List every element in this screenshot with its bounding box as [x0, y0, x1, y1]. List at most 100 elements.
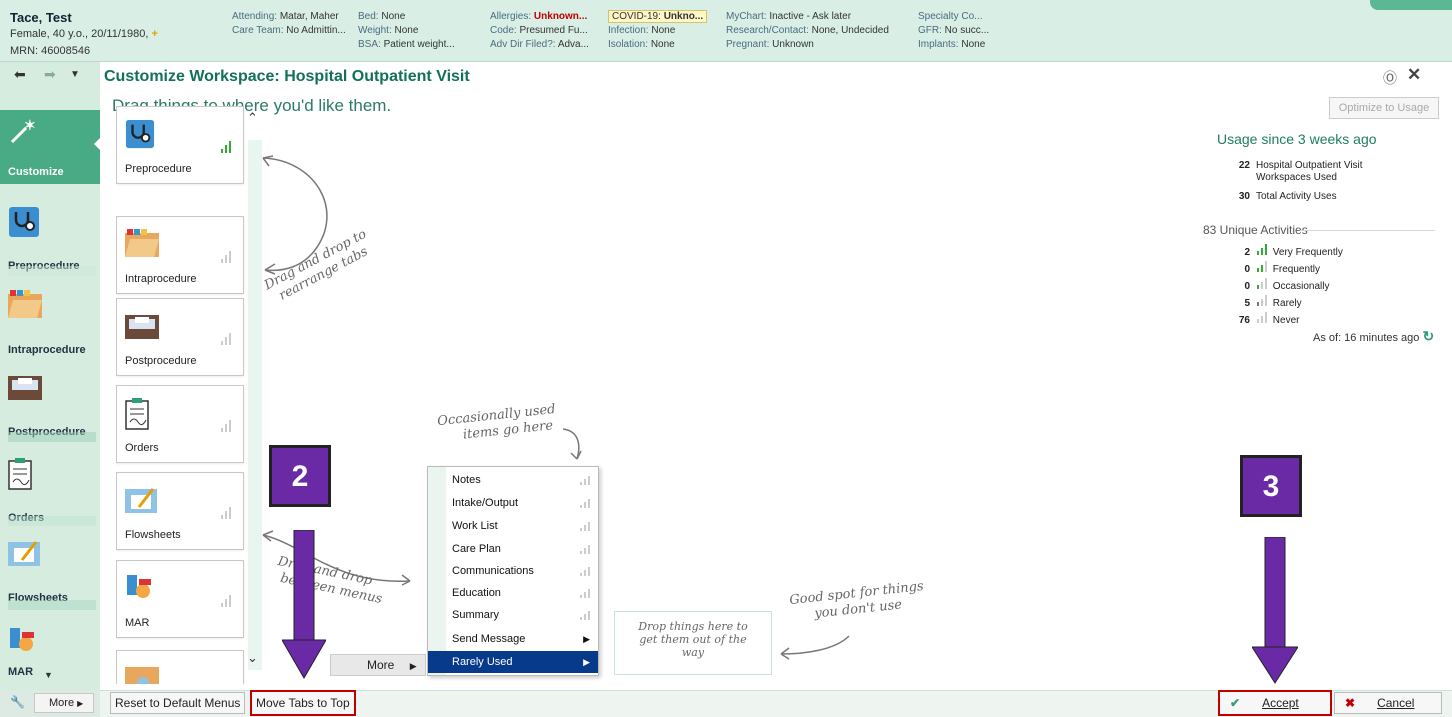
chevron-down-icon[interactable]: ⌄ [247, 650, 258, 666]
usage-bars-icon [1257, 312, 1267, 323]
code-value: Presumed Fu... [519, 25, 588, 36]
accept-button[interactable]: ✔ Accept [1218, 690, 1332, 716]
history-nav: ⬅ ➡ ▼ [0, 62, 100, 88]
folder-icon [8, 290, 42, 318]
menu-item-notes[interactable]: Notes [428, 469, 598, 491]
annotation-badge-2: 2 [269, 445, 331, 507]
cancel-button[interactable]: ✖ Cancel [1334, 692, 1442, 714]
optimize-to-usage-button[interactable]: Optimize to Usage [1329, 97, 1439, 119]
cancel-label: Cancel [1377, 696, 1415, 710]
usage-bars-icon [221, 251, 231, 263]
header-col-bed[interactable]: Bed: None Weight: None BSA: Patient weig… [358, 10, 455, 52]
add-icon[interactable]: + [151, 28, 157, 40]
sidebar-divider [8, 600, 96, 610]
annotation-arrow-down-icon [1252, 537, 1298, 684]
workspaces-count: 22 [1238, 160, 1250, 171]
flowsheet-icon [125, 488, 157, 513]
isolation-key: Isolation: [608, 39, 649, 50]
menu-item-education[interactable]: Education [428, 582, 598, 604]
menu-item-work-list[interactable]: Work List [428, 515, 598, 537]
refresh-icon[interactable]: ↻ [1422, 328, 1434, 344]
tab-card-label: Postprocedure [125, 355, 197, 367]
chevron-up-icon[interactable]: ⌃ [247, 110, 258, 126]
header-col-allergies[interactable]: Allergies: Unknown... Code: Presumed Fu.… [490, 10, 589, 52]
move-tabs-to-top-button[interactable]: Move Tabs to Top [250, 690, 356, 716]
activity-label: Total Activity Uses [1256, 191, 1337, 202]
attending-value: Matar, Maher [279, 11, 339, 22]
header-col-covid[interactable]: COVID-19: Unkno... Infection: None Isola… [608, 10, 708, 52]
menu-item-intake-output[interactable]: Intake/Output [428, 492, 598, 514]
reset-default-menus-button[interactable]: Reset to Default Menus [110, 692, 246, 714]
checkmark-icon: ✔ [1230, 696, 1241, 710]
sidebar-scroll-down-icon[interactable]: ▼ [44, 670, 53, 680]
sidebar-item-intraprocedure[interactable]: Intraprocedure [0, 284, 100, 362]
menu-item-label: Care Plan [452, 543, 501, 555]
activity-menu: Notes Intake/Output Work List Care Plan … [427, 466, 599, 676]
more-menu-button[interactable]: More ▶ [330, 654, 426, 676]
more-menu-label: More [367, 658, 395, 672]
sidebar-item-label: Intraprocedure [8, 344, 86, 356]
as-of-text: As of: 16 minutes ago [1313, 332, 1420, 344]
tab-card-mar[interactable]: MAR [116, 560, 244, 638]
header-col-care[interactable]: Attending: Matar, Maher Care Team: No Ad… [232, 10, 346, 38]
sidebar-item-customize[interactable]: ✶ Customize [0, 110, 101, 184]
good-spot-arrow-icon [780, 635, 850, 660]
menu-item-label: Send Message [452, 633, 526, 645]
clipboard-icon [125, 398, 149, 430]
specialty-key: Specialty Co... [918, 11, 983, 22]
hint-good-spot: Good spot for things you don't use [789, 579, 926, 625]
usage-bars-icon [1257, 244, 1267, 255]
usage-bars-icon [221, 420, 231, 432]
patient-name[interactable]: Tace, Test [10, 10, 72, 25]
tab-card-orders[interactable]: Orders [116, 385, 244, 463]
usage-bars-icon [580, 545, 590, 554]
tab-card-flowsheets[interactable]: Flowsheets [116, 472, 244, 550]
usage-workspaces: 22 Hospital Outpatient Visit [1226, 160, 1363, 171]
menu-item-communications[interactable]: Communications [428, 560, 598, 582]
sidebar-item-flowsheets[interactable]: Flowsheets [0, 532, 100, 610]
usage-workspaces-line2: Workspaces Used [1256, 172, 1337, 183]
tab-card-label: Preprocedure [125, 163, 192, 175]
tab-card-partial[interactable] [116, 650, 244, 684]
usage-row-label: Occasionally [1272, 281, 1330, 292]
header-col-mychart[interactable]: MyChart: Inactive - Ask later Research/C… [726, 10, 889, 52]
patient-mrn: MRN: 46008546 [10, 45, 91, 57]
tab-card-preprocedure[interactable]: Preprocedure [116, 106, 244, 184]
menu-item-send-message[interactable]: Send Message ▶ [428, 628, 598, 650]
rarely-used-drop-zone[interactable]: Drop things here to get them out of the … [614, 611, 772, 675]
sidebar-divider [8, 266, 96, 276]
svg-text:✶: ✶ [24, 117, 36, 133]
tab-card-label: Flowsheets [125, 529, 181, 541]
usage-total-activity: 30 Total Activity Uses [1226, 191, 1337, 202]
pill-icon [127, 575, 151, 598]
covid-key: COVID-19: [612, 11, 661, 22]
covid-badge[interactable]: COVID-19: Unkno... [608, 10, 708, 23]
menu-item-summary[interactable]: Summary [428, 604, 598, 626]
sidebar-more-button[interactable]: More ▶ [34, 693, 94, 713]
x-icon: ✖ [1345, 696, 1356, 710]
close-icon[interactable]: ✕ [1407, 65, 1421, 85]
tab-card-postprocedure[interactable]: Postprocedure [116, 298, 244, 376]
menu-item-label: Summary [452, 609, 500, 621]
stethoscope-icon [9, 207, 39, 237]
usage-row-rarely: 5 Rarely [1226, 294, 1302, 309]
menu-item-label: Intake/Output [452, 497, 519, 509]
menu-item-rarely-used[interactable]: Rarely Used ▶ [428, 651, 598, 673]
back-arrow-icon[interactable]: ⬅ [14, 66, 26, 83]
usage-row-never: 76 Never [1226, 311, 1299, 326]
care-team-key: Care Team: [232, 25, 284, 36]
wrench-icon[interactable]: 🔧 [10, 695, 25, 709]
menu-item-care-plan[interactable]: Care Plan [428, 538, 598, 560]
forward-arrow-icon[interactable]: ➡ [44, 66, 56, 83]
header-col-specialty[interactable]: Specialty Co... GFR: No succ... Implants… [918, 10, 989, 52]
allergies-value: Unknown... [533, 11, 588, 22]
bed-icon [8, 376, 42, 400]
tab-card-label: Orders [125, 442, 159, 454]
usage-bars-icon [1257, 295, 1267, 306]
annotation-badge-3: 3 [1240, 455, 1302, 517]
usage-bars-icon [580, 476, 590, 485]
history-dropdown-icon[interactable]: ▼ [70, 69, 80, 80]
tab-card-intraprocedure[interactable]: Intraprocedure [116, 216, 244, 294]
help-icon[interactable]: Ⓞ [1383, 68, 1397, 88]
sidebar-divider [8, 432, 96, 442]
